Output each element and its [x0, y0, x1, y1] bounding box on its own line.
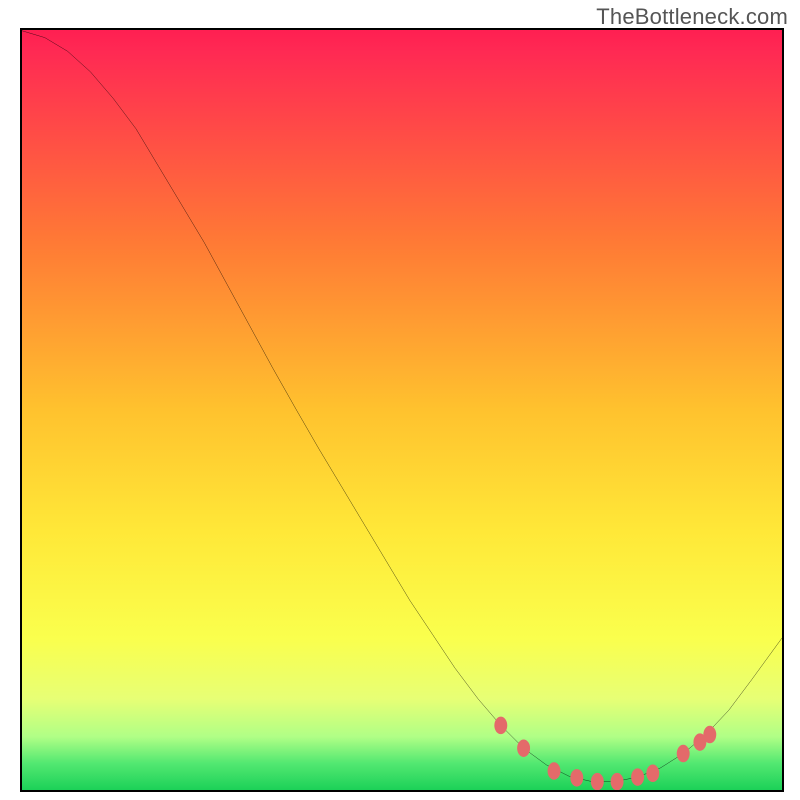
highlight-marker [570, 769, 583, 786]
chart-frame: TheBottleneck.com [0, 0, 800, 800]
highlight-marker [611, 773, 624, 790]
watermark-text: TheBottleneck.com [596, 4, 788, 30]
highlight-marker [591, 773, 604, 790]
highlight-marker [646, 765, 659, 782]
highlight-marker [703, 726, 716, 743]
gradient-background [22, 30, 782, 790]
highlight-marker [677, 745, 690, 762]
plot-svg [22, 30, 782, 790]
highlight-marker [631, 768, 644, 785]
highlight-marker [548, 762, 561, 779]
highlight-marker [494, 717, 507, 734]
plot-area [20, 28, 784, 792]
highlight-marker [517, 739, 530, 756]
